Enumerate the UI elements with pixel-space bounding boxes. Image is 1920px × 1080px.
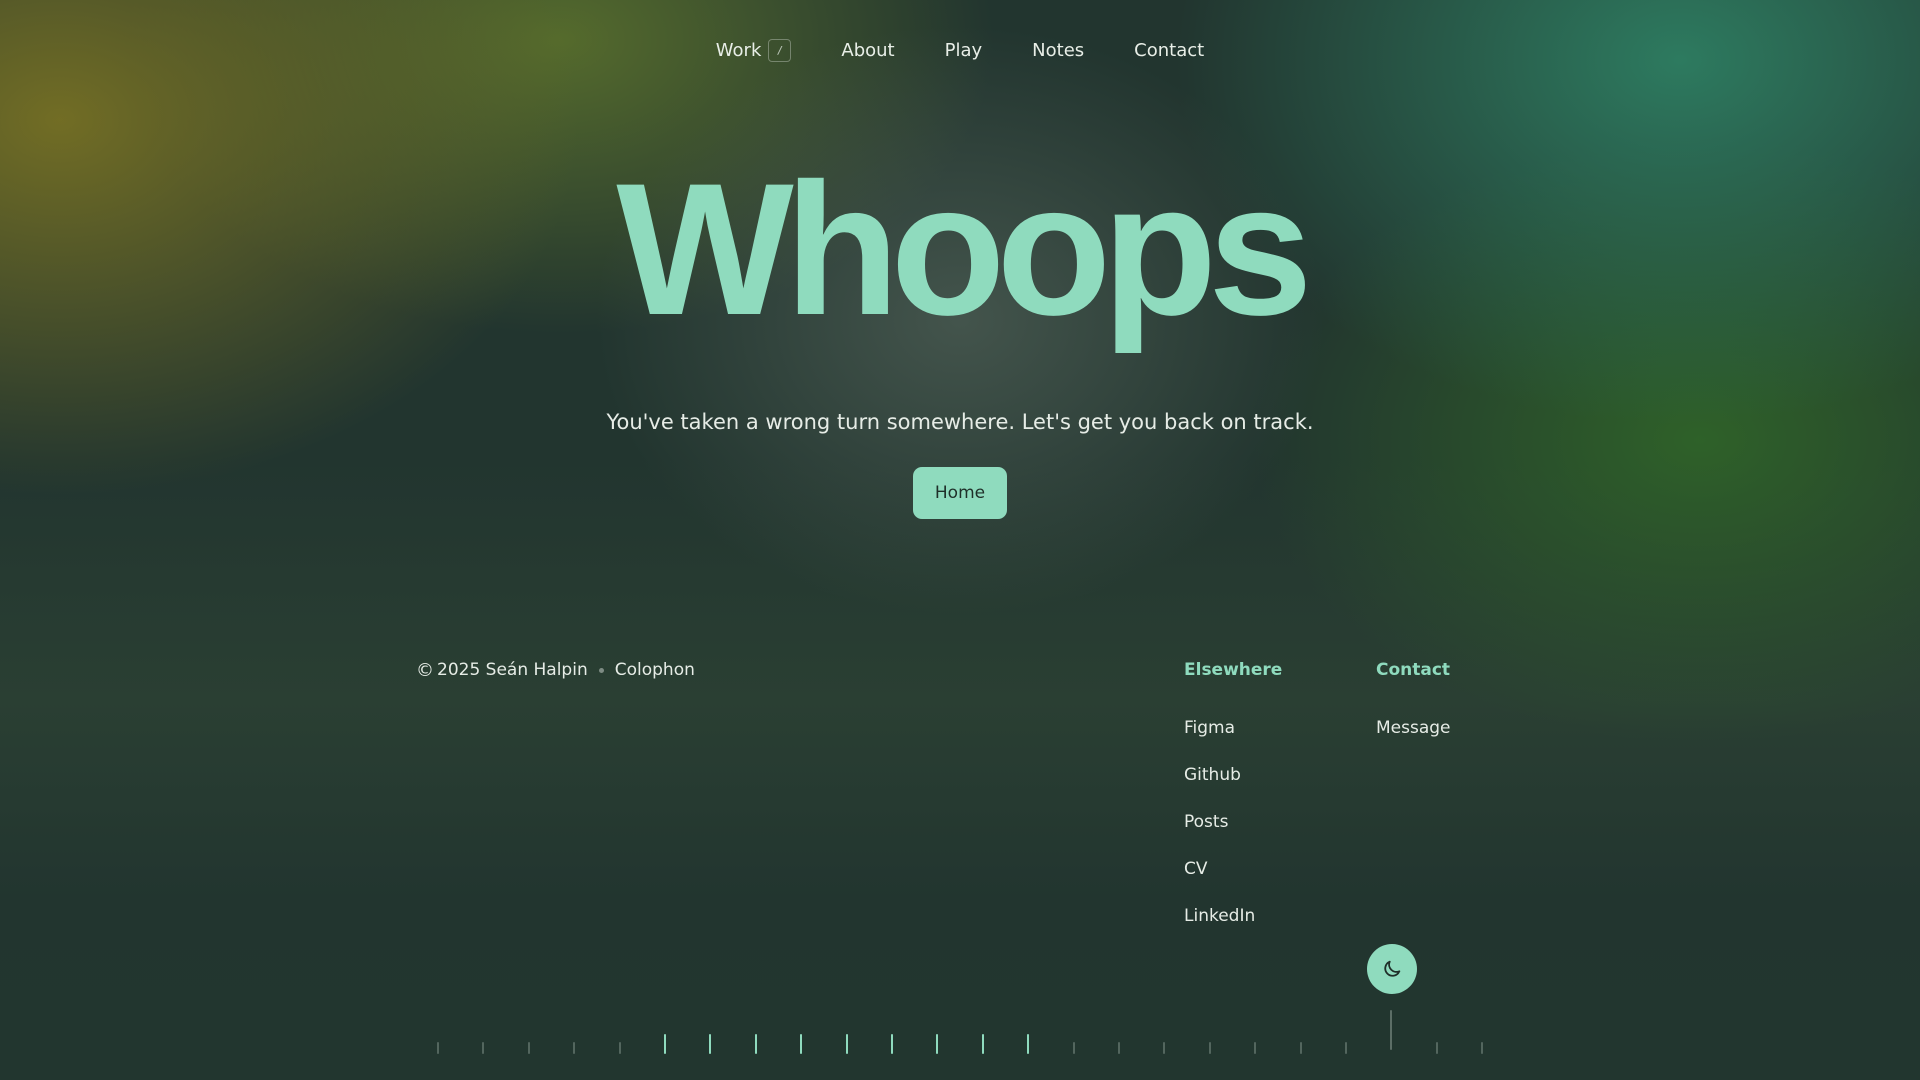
- nav-item-about[interactable]: About: [841, 30, 894, 70]
- ruler-tick: [1300, 1042, 1302, 1054]
- ruler-tick: [437, 1042, 439, 1054]
- ruler-tick: [528, 1042, 530, 1054]
- copyright-symbol: ©: [416, 659, 434, 681]
- ruler-tick: [1163, 1042, 1165, 1054]
- nav-item-work[interactable]: Work /: [716, 30, 792, 70]
- keyboard-shortcut-badge: /: [768, 38, 792, 62]
- ruler-tick: [1118, 1042, 1120, 1054]
- nav-item-contact[interactable]: Contact: [1134, 30, 1204, 70]
- nav-item-notes-label: Notes: [1032, 39, 1085, 61]
- ruler-tick: [709, 1034, 711, 1054]
- ruler-tick: [1481, 1042, 1483, 1054]
- posts-link[interactable]: Posts: [1184, 808, 1282, 836]
- ruler-tick: [619, 1042, 621, 1054]
- cv-link[interactable]: CV: [1184, 855, 1282, 883]
- ruler-tick: [1209, 1042, 1211, 1054]
- ruler-tick: [1390, 1010, 1392, 1050]
- ruler-tick: [573, 1042, 575, 1054]
- footer-elsewhere-column: Elsewhere Figma Github Posts CV LinkedIn: [1184, 656, 1282, 949]
- ruler-tick: [891, 1034, 893, 1054]
- ruler-tick: [1254, 1042, 1256, 1054]
- colophon-link[interactable]: Colophon: [615, 660, 695, 680]
- ruler-tick: [982, 1034, 984, 1054]
- github-link[interactable]: Github: [1184, 761, 1282, 789]
- moon-icon: [1384, 960, 1401, 977]
- ruler-tick: [1027, 1034, 1029, 1054]
- separator-dot: [598, 667, 604, 673]
- nav-item-play[interactable]: Play: [945, 30, 983, 70]
- linkedin-link[interactable]: LinkedIn: [1184, 902, 1282, 930]
- nav-item-work-label: Work: [715, 39, 762, 61]
- message-link[interactable]: Message: [1376, 714, 1451, 742]
- nav-item-contact-label: Contact: [1134, 39, 1205, 61]
- ruler-tick: [1436, 1042, 1438, 1054]
- theme-toggle-button[interactable]: [1367, 944, 1417, 994]
- nav-item-about-label: About: [841, 39, 895, 61]
- error-message: You've taken a wrong turn somewhere. Let…: [606, 410, 1314, 434]
- copyright-text: 2025 Seán Halpin: [437, 660, 588, 680]
- footer-copyright: © 2025 Seán Halpin Colophon: [416, 656, 695, 684]
- ruler-tick: [755, 1034, 757, 1054]
- ruler-tick: [1073, 1042, 1075, 1054]
- ruler-tick: [800, 1034, 802, 1054]
- error-title: Whoops: [616, 144, 1312, 354]
- ruler-tick: [664, 1034, 666, 1054]
- figma-link[interactable]: Figma: [1184, 714, 1282, 742]
- nav-item-play-label: Play: [944, 39, 983, 61]
- ruler-tick: [936, 1034, 938, 1054]
- ruler-tick: [1345, 1042, 1347, 1054]
- main-nav: Work / About Play Notes Contact: [0, 30, 1920, 70]
- home-button[interactable]: Home: [913, 467, 1007, 519]
- ruler-tick: [846, 1034, 848, 1054]
- nav-item-notes[interactable]: Notes: [1032, 30, 1084, 70]
- elsewhere-heading: Elsewhere: [1184, 660, 1283, 680]
- ruler-tick: [482, 1042, 484, 1054]
- footer-contact-column: Contact Message: [1376, 656, 1451, 761]
- contact-heading: Contact: [1376, 660, 1451, 680]
